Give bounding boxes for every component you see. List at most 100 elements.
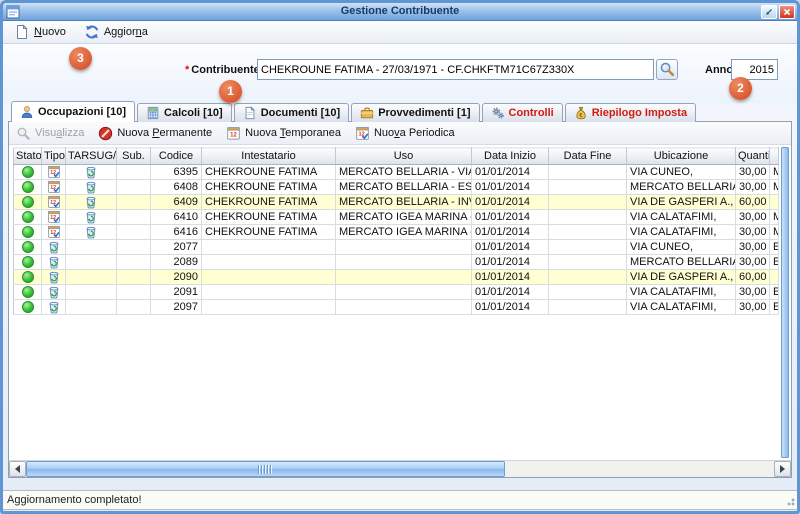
column-header[interactable]: Quantità: [736, 148, 770, 165]
callout-badge-1: 1: [219, 80, 242, 103]
visualizza-button[interactable]: Visualizza: [16, 126, 84, 141]
column-header[interactable]: Stato: [14, 148, 42, 165]
button-label: Nuova Permanente: [117, 127, 212, 139]
search-icon: [659, 61, 675, 77]
anno-label: Anno: [705, 64, 733, 76]
status-text: Aggiornamento completato!: [7, 494, 142, 506]
vertical-scroll-thumb[interactable]: [781, 147, 789, 458]
table-row[interactable]: 126408CHEKROUNE FATIMAMERCATO BELLARIA -…: [14, 180, 779, 195]
table-row[interactable]: 209001/01/2014VIA DE GASPERI A.,60,00: [14, 270, 779, 285]
tab-controlli[interactable]: Controlli: [482, 103, 563, 122]
status-green-icon: [22, 196, 34, 208]
table-row[interactable]: 208901/01/2014MERCATO BELLARIA - ES30,00…: [14, 255, 779, 270]
tab-documenti[interactable]: Documenti [10]: [234, 103, 349, 122]
window-title: Gestione Contribuente: [3, 3, 797, 20]
tab-provvedimenti[interactable]: Provvedimenti [1]: [351, 103, 479, 122]
required-asterisk: *: [185, 64, 189, 76]
calendar-check-icon: 12: [355, 126, 370, 141]
status-bar: Aggiornamento completato!: [3, 490, 797, 510]
tab-calcoli[interactable]: Calcoli [10]: [137, 103, 232, 122]
form-area: *Contribuente Anno: [3, 44, 797, 103]
tab-riepilogo-imposta[interactable]: €Riepilogo Imposta: [565, 103, 696, 122]
table-row[interactable]: 126416CHEKROUNE FATIMAMERCATO IGEA MARIN…: [14, 225, 779, 240]
column-header[interactable]: Ubicazione: [627, 148, 736, 165]
table-row[interactable]: 209701/01/2014VIA CALATAFIMI,30,00E: [14, 300, 779, 315]
table-row[interactable]: 126410CHEKROUNE FATIMAMERCATO IGEA MARIN…: [14, 210, 779, 225]
trash-icon: [47, 255, 61, 269]
trash-icon: [47, 300, 61, 314]
calendar-check-icon: 12: [47, 165, 61, 179]
table-row[interactable]: 126409CHEKROUNE FATIMAMERCATO BELLARIA -…: [14, 195, 779, 210]
tab-label: Provvedimenti [1]: [378, 107, 470, 119]
button-label: Aggiorna: [104, 26, 148, 38]
column-header[interactable]: Data Fine: [549, 148, 627, 165]
trash-icon: [84, 210, 98, 224]
contribuente-input[interactable]: [257, 59, 654, 80]
button-label: Nuova Temporanea: [245, 127, 341, 139]
refresh-icon: [84, 24, 100, 40]
status-green-icon: [22, 286, 34, 298]
gears-icon: [491, 106, 505, 120]
column-header[interactable]: Sub.: [117, 148, 151, 165]
close-button[interactable]: [779, 5, 795, 19]
status-green-icon: [22, 226, 34, 238]
callout-badge-3: 3: [69, 47, 92, 70]
moneybag-icon: €: [574, 106, 588, 120]
tab-bar: Occupazioni [10]Calcoli [10] Documenti [1…: [11, 101, 696, 122]
nuova-periodica-button[interactable]: 12 Nuova Periodica: [355, 126, 455, 141]
document-icon: [243, 106, 257, 120]
column-header[interactable]: Uso: [336, 148, 472, 165]
briefcase-icon: [360, 106, 374, 120]
calendar-check-icon: 12: [47, 180, 61, 194]
contribuente-label: *Contribuente: [185, 64, 260, 76]
scroll-thumb[interactable]: [26, 461, 505, 477]
tab-label: Controlli: [509, 107, 554, 119]
nuova-permanente-button[interactable]: Nuova Permanente: [98, 126, 212, 141]
contribuente-search-button[interactable]: [656, 59, 678, 80]
person-icon: [20, 105, 34, 119]
column-header[interactable]: Data Inizio: [472, 148, 549, 165]
restore-button[interactable]: [761, 5, 777, 19]
column-header[interactable]: TARSUG/T...: [66, 148, 117, 165]
calculator-icon: [146, 106, 160, 120]
table-row[interactable]: 126395CHEKROUNE FATIMAMERCATO BELLARIA -…: [14, 165, 779, 180]
table-row[interactable]: 209101/01/2014VIA CALATAFIMI,30,00E: [14, 285, 779, 300]
scroll-right-button[interactable]: [774, 461, 791, 477]
scroll-right-icon: [780, 465, 785, 473]
trash-icon: [47, 240, 61, 254]
status-green-icon: [22, 271, 34, 283]
resize-grip[interactable]: [784, 495, 796, 507]
horizontal-scrollbar: [9, 460, 791, 477]
main-toolbar: Nuovo Aggiorna: [3, 21, 797, 44]
table-row[interactable]: 207701/01/2014VIA CUNEO,30,00E: [14, 240, 779, 255]
status-green-icon: [22, 181, 34, 193]
trash-icon: [84, 195, 98, 209]
trash-icon: [84, 180, 98, 194]
scroll-left-icon: [15, 465, 20, 473]
action-toolbar: Visualizza Nuova Permanente 12 Nuova Tempor…: [9, 122, 791, 145]
tab-label: Documenti [10]: [261, 107, 340, 119]
nuovo-button[interactable]: Nuovo: [11, 23, 69, 41]
calendar-check-icon: 12: [47, 225, 61, 239]
column-header[interactable]: [770, 148, 779, 165]
vertical-scrollbar[interactable]: [781, 147, 789, 458]
calendar-check-icon: 12: [47, 210, 61, 224]
button-label: Nuova Periodica: [374, 127, 455, 139]
tab-occupazioni[interactable]: Occupazioni [10]: [11, 101, 135, 122]
button-label: Nuovo: [34, 26, 66, 38]
button-label: Visualizza: [35, 127, 84, 139]
column-header[interactable]: Intestatario: [202, 148, 336, 165]
aggiorna-button[interactable]: Aggiorna: [81, 23, 151, 41]
callout-badge-2: 2: [729, 77, 752, 100]
scroll-track[interactable]: [26, 461, 774, 477]
column-header[interactable]: Tipo: [42, 148, 66, 165]
trash-icon: [84, 165, 98, 179]
titlebar[interactable]: Gestione Contribuente: [3, 3, 797, 21]
svg-text:12: 12: [230, 132, 237, 138]
window-buttons: [761, 5, 795, 19]
column-header[interactable]: Codice: [151, 148, 202, 165]
status-green-icon: [22, 301, 34, 313]
status-green-icon: [22, 241, 34, 253]
nuova-temporanea-button[interactable]: 12 Nuova Temporanea: [226, 126, 341, 141]
scroll-left-button[interactable]: [9, 461, 26, 477]
